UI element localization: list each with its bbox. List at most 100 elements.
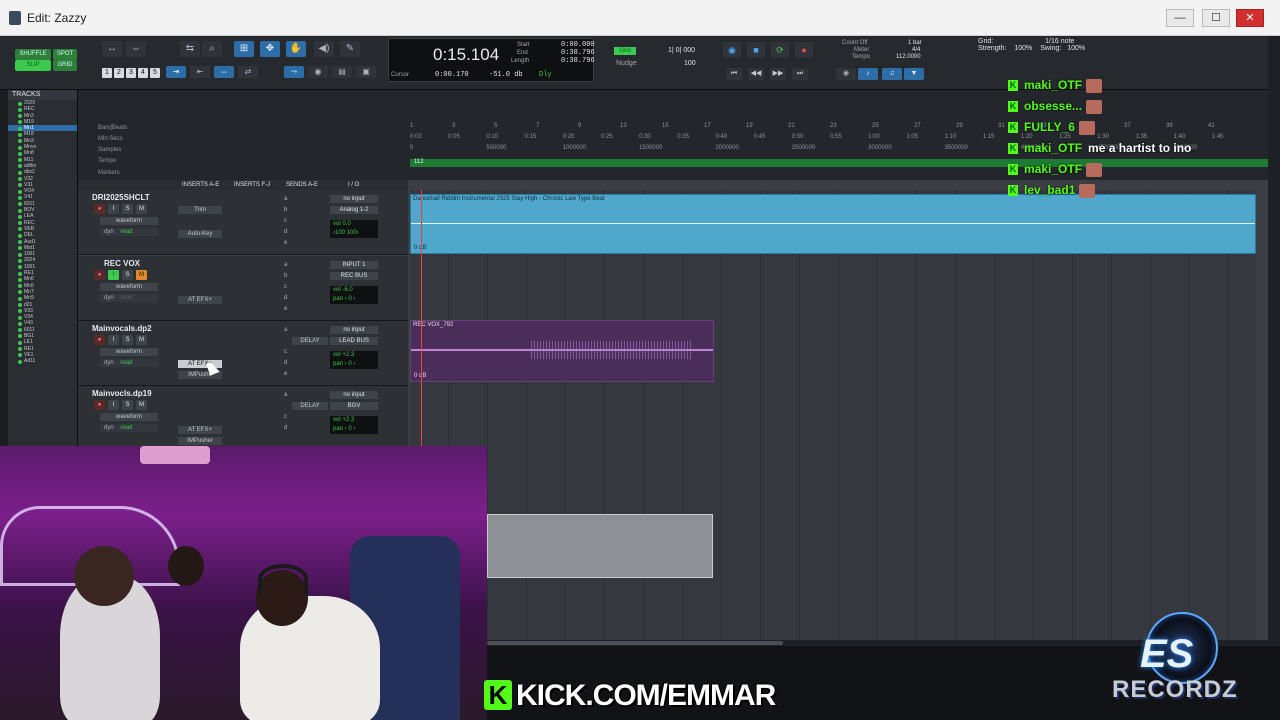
insert-slot-a[interactable]: AT EFX+ [178,426,222,434]
track-active-dot[interactable] [18,258,22,263]
input-selector[interactable]: no input [330,326,378,334]
track-active-dot[interactable] [18,240,22,245]
keyboard-focus-icon[interactable]: ▤ [332,66,352,78]
track-active-dot[interactable] [18,101,22,106]
track-active-dot[interactable] [18,296,22,301]
track-active-dot[interactable] [18,290,22,295]
volume-pan-display[interactable]: vol -6.0 pan ‹ 0 › [330,286,378,304]
track-active-dot[interactable] [18,303,22,307]
track-active-dot[interactable] [18,195,22,200]
insert-slot-a[interactable]: AT EFX+ [178,296,222,304]
solo-button[interactable]: S [122,335,133,345]
track-active-dot[interactable] [18,265,22,270]
track-name[interactable]: REC VOX [104,259,140,268]
track-active-dot[interactable] [18,145,22,150]
solo-button[interactable]: S [122,270,133,280]
track-header-4[interactable]: Mainvocls.dp19 ● I S M waveform dyn read… [78,386,408,451]
input-selector[interactable]: INPUT 1 [330,261,378,269]
input-monitor-button[interactable]: I [108,335,119,345]
record-enable-button[interactable]: ● [94,270,105,280]
track-active-dot[interactable] [18,132,22,137]
track-active-dot[interactable] [18,277,22,282]
main-counter[interactable]: 0:15.104 Start 0:00.000 End 0:38.796 Len… [388,38,595,82]
track-active-dot[interactable] [18,158,22,163]
selection-region[interactable] [487,514,713,578]
zoom-out-icon[interactable]: ⇔ [126,41,146,57]
track-active-dot[interactable] [18,214,22,219]
track-automation-mode[interactable]: dyn read [100,228,158,236]
output-selector[interactable]: BGV [330,402,378,410]
metronome-icon[interactable]: ▼ [904,68,924,80]
track-header-1[interactable]: DRI2025SHCLT ● I S M waveform dyn read T… [78,190,408,255]
zoom-preset-4[interactable]: 4 [138,68,148,78]
insert-slot-a[interactable]: Trim [178,206,222,214]
track-view-selector[interactable]: waveform [100,283,158,291]
track-active-dot[interactable] [18,233,22,238]
meter-value[interactable]: 4/4 [912,47,920,53]
scrubber-tool-icon[interactable]: ◀) [314,41,334,57]
midi-merge-icon[interactable]: ◉ [836,68,856,80]
grid-value[interactable]: 1| 0| 000 [668,47,695,54]
minimize-button[interactable]: — [1166,9,1194,27]
mode-spot-button[interactable]: SPOT [53,49,77,60]
input-monitor-button[interactable]: I [108,204,119,214]
input-monitor-button[interactable]: I [108,270,119,280]
track-active-dot[interactable] [18,183,22,188]
tracks-list-item[interactable]: Ad11 [8,358,77,364]
input-selector[interactable]: no input [330,391,378,399]
output-selector[interactable]: REC BUS [330,272,378,280]
track-automation-mode[interactable]: dyn read [100,359,158,367]
track-active-dot[interactable] [18,170,22,175]
volume-pan-display[interactable]: vol +2.3 pan ‹ 0 › [330,416,378,434]
zoom-in-icon[interactable]: ↔ [102,41,122,57]
automation-follows-icon[interactable]: ⤳ [284,66,304,78]
track-active-dot[interactable] [18,120,22,125]
solo-button[interactable]: S [122,204,133,214]
stop-icon[interactable]: ■ [747,42,765,58]
volume-pan-display[interactable]: vol +2.3 pan ‹ 0 › [330,351,378,369]
mute-button[interactable]: M [136,400,147,410]
input-monitor-button[interactable]: I [108,400,119,410]
close-button[interactable]: ✕ [1236,9,1264,27]
zoom-preset-3[interactable]: 3 [126,68,136,78]
track-header-2[interactable]: REC VOX ● I S M waveform dyn read AT EFX… [78,256,408,321]
commands-focus-icon[interactable]: ▣ [356,66,376,78]
track-active-dot[interactable] [18,114,22,119]
track-name[interactable]: Mainvocls.dp19 [92,389,152,398]
track-active-dot[interactable] [18,177,22,182]
count-off-bars[interactable]: 1 bar [908,40,922,46]
track-active-dot[interactable] [18,126,22,131]
start-value[interactable]: 0:00.000 [561,41,595,49]
click-icon[interactable]: ♫ [882,68,902,80]
record-icon[interactable]: ● [795,42,813,58]
track-active-dot[interactable] [18,139,22,144]
track-active-dot[interactable] [18,353,22,358]
insert-slot-b[interactable]: IMPusher [178,437,222,445]
horizontal-zoom-icon[interactable]: ⇆ [180,41,200,57]
mute-button[interactable]: M [136,204,147,214]
track-active-dot[interactable] [18,202,22,207]
track-active-dot[interactable] [18,208,22,213]
smart-tool-icon[interactable]: ◉ [308,66,328,78]
track-view-selector[interactable]: waveform [100,217,158,225]
loop-icon[interactable]: ⟳ [771,42,789,58]
track-active-dot[interactable] [18,246,22,251]
audio-clip-vocal[interactable]: REC VOX_792 0 dB [410,320,714,382]
rewind-to-start-icon[interactable]: ⏮ [726,68,742,80]
horizontal-scroll-thumb[interactable] [487,641,783,645]
track-name[interactable]: Mainvocals.dp2 [92,324,152,333]
track-active-dot[interactable] [18,347,22,352]
record-enable-button[interactable]: ● [94,204,105,214]
pencil-tool-icon[interactable]: ✎ [340,41,360,57]
maximize-button[interactable]: ☐ [1202,9,1230,27]
mode-slip-button[interactable]: SLIP [15,60,51,71]
tempo-marker[interactable]: 112 [414,159,424,165]
track-active-dot[interactable] [18,315,22,320]
count-off-label[interactable]: Count Off [842,40,868,46]
grid-badge[interactable]: Grid [614,47,636,55]
go-to-end-icon[interactable]: ⏭ [792,68,808,80]
output-selector[interactable]: Analog 1-2 [330,206,378,214]
timeline-playlists[interactable]: Dancehall Riddim Instrumental 2025 Stay … [410,190,1256,640]
rewind-icon[interactable]: ◀◀ [748,68,764,80]
mute-button[interactable]: M [136,335,147,345]
